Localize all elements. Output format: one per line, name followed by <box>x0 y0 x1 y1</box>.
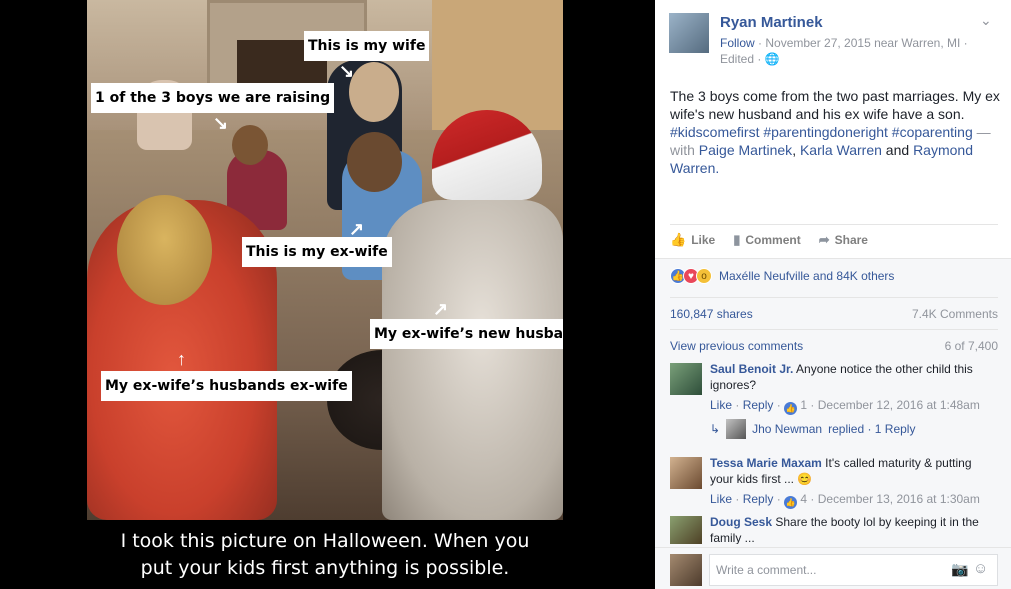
divider <box>670 329 998 330</box>
label-husbands-ex-wife: My ex-wife’s husbands ex-wife <box>101 371 352 401</box>
share-button[interactable]: ➦ Share <box>819 232 868 248</box>
label-wife: This is my wife <box>304 31 430 61</box>
arrow-husbands-ex-wife: ↑ <box>177 349 186 369</box>
label-new-husband: My ex-wife’s new husband <box>370 319 563 349</box>
comment-page-count: 6 of 7,400 <box>944 339 998 353</box>
comment-like-link[interactable]: Like <box>710 398 732 412</box>
comment-date[interactable]: · December 13, 2016 at 1:30am <box>807 492 979 506</box>
photo-ex-wife-head <box>347 132 402 192</box>
comment-icon: ▮ <box>733 232 741 247</box>
arrow-new-husband: ↗ <box>433 299 449 319</box>
photo-wife-head <box>349 62 399 122</box>
comment-author[interactable]: Tessa Marie Maxam <box>710 456 822 470</box>
comment-body: Tessa Marie Maxam It's called maturity &… <box>710 455 995 487</box>
comment-reply-link[interactable]: Reply <box>743 398 774 412</box>
author-name[interactable]: Ryan Martinek <box>720 14 823 31</box>
wow-reaction-icon: o <box>696 268 712 284</box>
caption-line-2: put your kids first anything is possible… <box>140 557 510 579</box>
author-avatar[interactable] <box>669 13 709 53</box>
reply-avatar <box>726 419 747 439</box>
share-arrow-icon: ➦ <box>818 232 830 247</box>
camera-icon[interactable]: 📷 <box>951 561 968 578</box>
post-meta: Follow · November 27, 2015 near Warren, … <box>720 35 980 67</box>
reply-summary[interactable]: ↳ Jho Newman replied · 1 Reply <box>710 419 915 439</box>
halloween-photo[interactable]: This is my wife ↘ 1 of the 3 boys we are… <box>87 0 563 520</box>
comment-meta: Like · Reply · 👍 1 · December 12, 2016 a… <box>710 398 980 415</box>
photo-husbands-ex-wife-head <box>117 195 212 305</box>
commenter-avatar[interactable] <box>670 457 702 489</box>
chevron-down-icon[interactable]: ⌄ <box>980 12 992 29</box>
emoji-icon[interactable]: ☺ <box>973 560 988 577</box>
post-text: The 3 boys come from the two past marria… <box>670 87 1000 177</box>
tag-separator: , <box>792 142 800 158</box>
post-sidebar: Ryan Martinek Follow · November 27, 2015… <box>655 0 1011 589</box>
view-previous-comments[interactable]: View previous comments <box>670 339 803 353</box>
commenter-avatar[interactable] <box>670 516 702 544</box>
follow-link[interactable]: Follow <box>720 36 755 50</box>
like-count-icon: 👍 <box>784 496 798 509</box>
comment-author[interactable]: Saul Benoit Jr. <box>710 362 793 376</box>
tag-karla[interactable]: Karla Warren <box>800 142 882 158</box>
photo-caption: I took this picture on Halloween. When y… <box>87 528 563 582</box>
current-user-avatar <box>670 554 702 586</box>
tag-paige[interactable]: Paige Martinek <box>699 142 792 158</box>
reply-text[interactable]: replied · 1 Reply <box>828 421 915 437</box>
comment-composer: 📷 ☺ <box>655 547 1011 589</box>
post-hashtags[interactable]: #kidscomefirst #parentingdoneright #copa… <box>670 124 973 140</box>
arrow-ex-wife: ↗ <box>349 219 365 239</box>
edited-label[interactable]: Edited · <box>720 52 761 66</box>
globe-icon: 🌐 <box>764 52 780 66</box>
label-ex-wife: This is my ex-wife <box>242 237 392 267</box>
like-count-icon: 👍 <box>784 402 798 415</box>
comment-meta: Like · Reply · 👍 4 · December 13, 2016 a… <box>710 492 980 509</box>
reply-author[interactable]: Jho Newman <box>752 421 822 437</box>
comment-item: Doug Sesk Share the booty lol by keeping… <box>670 514 1000 544</box>
photo-boy-head <box>232 125 268 165</box>
caption-line-1: I took this picture on Halloween. When y… <box>120 530 530 552</box>
reply-arrow-icon: ↳ <box>710 422 721 436</box>
divider <box>670 297 998 298</box>
comments-count[interactable]: 7.4K Comments <box>912 307 998 321</box>
reactions-summary[interactable]: 👍 ♥ o Maxélle Neufville and 84K others <box>670 268 894 284</box>
post-date-location[interactable]: · November 27, 2015 near Warren, MI · <box>755 36 968 50</box>
comments-section: 👍 ♥ o Maxélle Neufville and 84K others 1… <box>655 258 1011 589</box>
like-button[interactable]: 👍 Like <box>670 232 715 248</box>
share-label: Share <box>834 233 868 247</box>
post-body: The 3 boys come from the two past marria… <box>670 88 1000 122</box>
divider <box>670 224 998 225</box>
arrow-boy: ↘ <box>213 113 229 133</box>
photo-viewer: This is my wife ↘ 1 of the 3 boys we are… <box>0 0 655 589</box>
post-actions: 👍 Like ▮ Comment ➦ Share <box>670 232 868 248</box>
reactions-text[interactable]: Maxélle Neufville and 84K others <box>719 269 894 283</box>
shares-count[interactable]: 160,847 shares <box>670 307 753 321</box>
comment-author[interactable]: Doug Sesk <box>710 515 772 529</box>
comment-like-link[interactable]: Like <box>710 492 732 506</box>
commenter-avatar[interactable] <box>670 363 702 395</box>
tag-and: and <box>881 142 914 158</box>
thumbs-up-icon: 👍 <box>670 232 687 247</box>
comment-label: Comment <box>745 233 801 247</box>
comment-body: Doug Sesk Share the booty lol by keeping… <box>710 514 995 544</box>
comment-date[interactable]: · December 12, 2016 at 1:48am <box>807 398 979 412</box>
arrow-wife: ↘ <box>339 61 355 81</box>
label-boy: 1 of the 3 boys we are raising <box>91 83 335 113</box>
photo-new-husband-figure <box>382 200 563 520</box>
comment-body: Saul Benoit Jr. Anyone notice the other … <box>710 361 995 393</box>
comment-reply-link[interactable]: Reply <box>743 492 774 506</box>
comment-button[interactable]: ▮ Comment <box>733 232 801 248</box>
like-label: Like <box>691 233 716 247</box>
